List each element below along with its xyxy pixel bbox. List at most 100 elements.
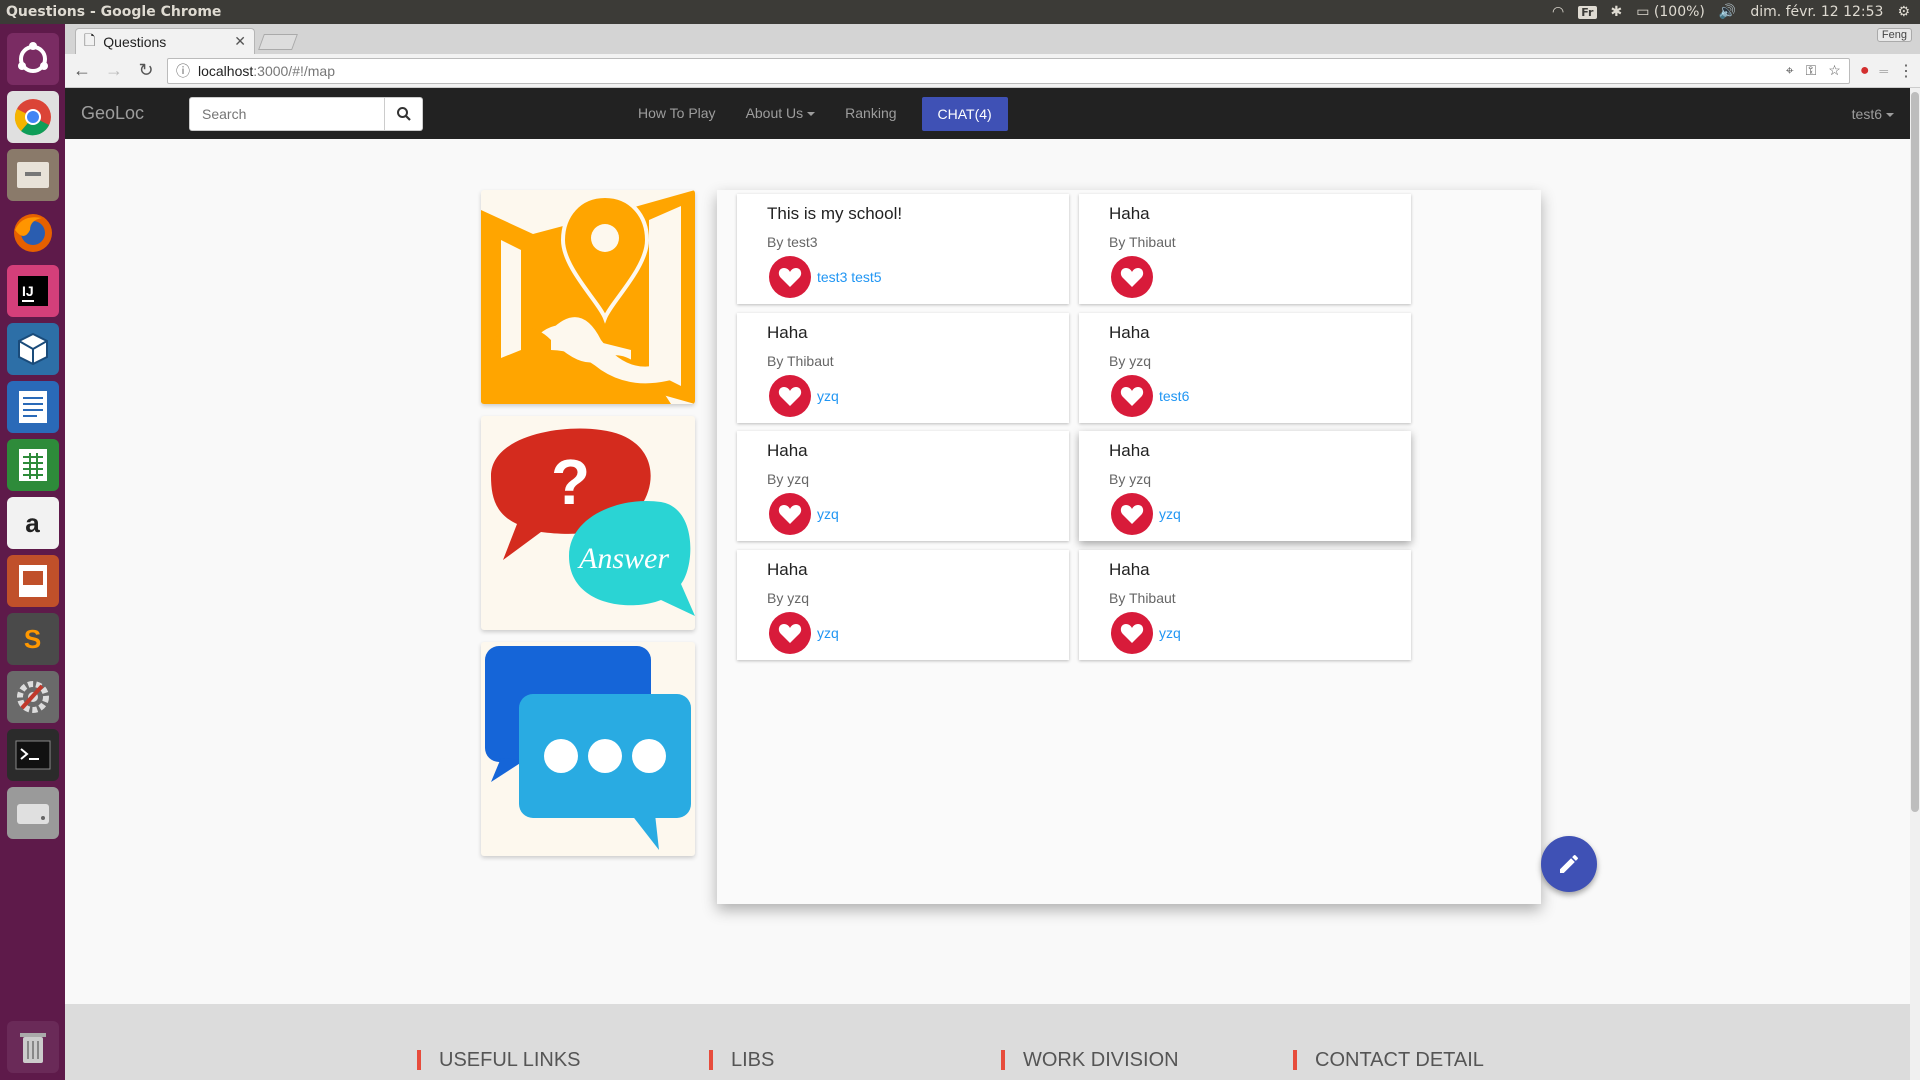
info-icon[interactable]: ⓘ — [176, 61, 190, 81]
tab-questions[interactable]: 🗋 Questions ✕ — [75, 28, 255, 54]
likers-list[interactable]: yzq — [1159, 506, 1181, 522]
virtualbox-icon[interactable] — [6, 323, 59, 375]
extension-2-icon[interactable]: ═ — [1879, 64, 1888, 78]
volume-icon[interactable]: 🔊 — [1719, 4, 1736, 20]
like-button[interactable] — [1111, 612, 1153, 654]
like-button[interactable] — [769, 375, 811, 417]
browser-toolbar: ← → ↻ ⓘ localhost:3000/#!/map ⌖ ⚿ ☆ ● ═ … — [65, 54, 1920, 88]
like-button[interactable] — [1111, 493, 1153, 535]
question-card[interactable]: Haha By Thibaut — [1079, 194, 1411, 304]
like-button[interactable] — [1111, 375, 1153, 417]
reload-icon[interactable]: ↻ — [135, 60, 157, 81]
location-icon[interactable]: ⌖ — [1786, 62, 1794, 79]
page-scrollbar[interactable] — [1910, 88, 1920, 1080]
impress-icon[interactable] — [6, 555, 59, 607]
caret-down-icon — [1886, 112, 1894, 117]
chat-tile[interactable] — [481, 642, 695, 856]
window-title: Questions - Google Chrome — [6, 4, 222, 20]
pencil-icon — [1560, 855, 1578, 873]
key-icon[interactable]: ⚿ — [1806, 62, 1817, 79]
new-tab-button[interactable] — [258, 34, 298, 50]
browser-window: 🗋 Questions ✕ Feng ← → ↻ ⓘ localhost:300… — [65, 24, 1920, 1080]
bluetooth-icon[interactable]: ✱ — [1611, 4, 1623, 20]
sublime-icon[interactable]: S — [6, 613, 59, 665]
profile-button[interactable]: Feng — [1876, 28, 1912, 42]
address-bar[interactable]: ⓘ localhost:3000/#!/map ⌖ ⚿ ☆ — [167, 57, 1850, 84]
question-card[interactable]: Haha By yzq test6 — [1079, 313, 1411, 423]
close-icon[interactable]: ✕ — [234, 33, 246, 50]
footer-contact-detail: CONTACT DETAIL — [1293, 1050, 1484, 1070]
brand-logo[interactable]: GeoLoc — [65, 103, 189, 124]
likers-list[interactable]: test6 — [1159, 388, 1189, 404]
question-answer-tile[interactable]: ? Answer — [481, 416, 695, 630]
keyboard-layout[interactable]: Fr — [1578, 5, 1597, 19]
scrollbar-thumb[interactable] — [1911, 92, 1919, 812]
like-button[interactable] — [769, 493, 811, 535]
tab-title: Questions — [103, 33, 167, 50]
battery-indicator[interactable]: ▭ (100%) — [1636, 4, 1705, 20]
back-arrow-icon[interactable]: ← — [71, 60, 93, 81]
question-card[interactable]: Haha By yzq yzq — [1079, 431, 1411, 541]
question-author: By Thibaut — [1109, 234, 1176, 250]
chat-button[interactable]: CHAT(4) — [921, 96, 1008, 131]
nav-about-us-label: About Us — [745, 105, 804, 121]
search-input[interactable] — [189, 96, 385, 131]
likers-list[interactable]: yzq — [1159, 625, 1181, 641]
likes-row: yzq — [769, 493, 1039, 535]
amazon-icon[interactable]: a — [6, 497, 59, 549]
map-tile[interactable] — [481, 190, 695, 404]
chrome-icon[interactable] — [6, 91, 59, 143]
wifi-icon[interactable]: ◠ — [1552, 4, 1564, 20]
os-top-panel: Questions - Google Chrome ◠ Fr ✱ ▭ (100%… — [0, 0, 1920, 24]
likes-row: yzq — [769, 375, 1039, 417]
terminal-icon[interactable] — [6, 729, 59, 781]
new-question-button[interactable] — [1541, 836, 1597, 892]
search-button[interactable] — [385, 96, 423, 131]
like-button[interactable] — [769, 256, 811, 298]
app-navbar: GeoLoc How To Play About Us Ranking CHAT… — [65, 88, 1910, 139]
footer-libs: LIBS — [709, 1050, 774, 1070]
question-title: Haha — [767, 323, 808, 342]
like-button[interactable] — [769, 612, 811, 654]
search-icon — [396, 106, 411, 121]
writer-icon[interactable] — [6, 381, 59, 433]
ubuntu-dash-icon[interactable] — [6, 33, 59, 85]
user-menu[interactable]: test6 — [1852, 106, 1910, 122]
question-author: By yzq — [767, 471, 810, 487]
question-card[interactable]: This is my school! By test3 test3 test5 — [737, 194, 1069, 304]
likers-list[interactable]: yzq — [817, 388, 839, 404]
likes-row: yzq — [769, 612, 1039, 654]
likers-list[interactable]: yzq — [817, 506, 839, 522]
disk-icon[interactable] — [6, 787, 59, 839]
calc-icon[interactable] — [6, 439, 59, 491]
clock[interactable]: dim. févr. 12 12:53 — [1750, 4, 1883, 20]
menu-kebab-icon[interactable]: ⋮ — [1898, 61, 1914, 81]
nav-how-to-play[interactable]: How To Play — [623, 88, 731, 139]
footer-work-division: WORK DIVISION — [1001, 1050, 1179, 1070]
forward-arrow-icon[interactable]: → — [103, 60, 125, 81]
firefox-icon[interactable] — [6, 207, 59, 259]
question-card[interactable]: Haha By yzq yzq — [737, 550, 1069, 660]
question-title: This is my school! — [767, 204, 903, 223]
heart-icon — [1120, 624, 1144, 643]
likers-list[interactable]: yzq — [817, 625, 839, 641]
gear-icon[interactable]: ⚙ — [1897, 4, 1910, 20]
nav-ranking[interactable]: Ranking — [830, 88, 911, 139]
question-card[interactable]: Haha By yzq yzq — [737, 431, 1069, 541]
intellij-icon[interactable]: IJ — [6, 265, 59, 317]
question-author: By Thibaut — [767, 353, 834, 369]
nav-about-us[interactable]: About Us — [731, 88, 831, 139]
trash-icon[interactable] — [6, 1021, 59, 1073]
bookmark-star-icon[interactable]: ☆ — [1828, 62, 1841, 79]
page-icon: 🗋 — [84, 31, 96, 48]
files-icon[interactable] — [6, 149, 59, 201]
question-card[interactable]: Haha By Thibaut yzq — [737, 313, 1069, 423]
heart-icon — [1120, 387, 1144, 406]
likes-row: yzq — [1111, 612, 1381, 654]
like-button[interactable] — [1111, 256, 1153, 298]
system-settings-icon[interactable] — [6, 671, 59, 723]
likers-list[interactable]: test3 test5 — [817, 269, 882, 285]
question-card[interactable]: Haha By Thibaut yzq — [1079, 550, 1411, 660]
answer-text: Answer — [577, 542, 669, 575]
extension-icon[interactable]: ● — [1860, 62, 1870, 80]
